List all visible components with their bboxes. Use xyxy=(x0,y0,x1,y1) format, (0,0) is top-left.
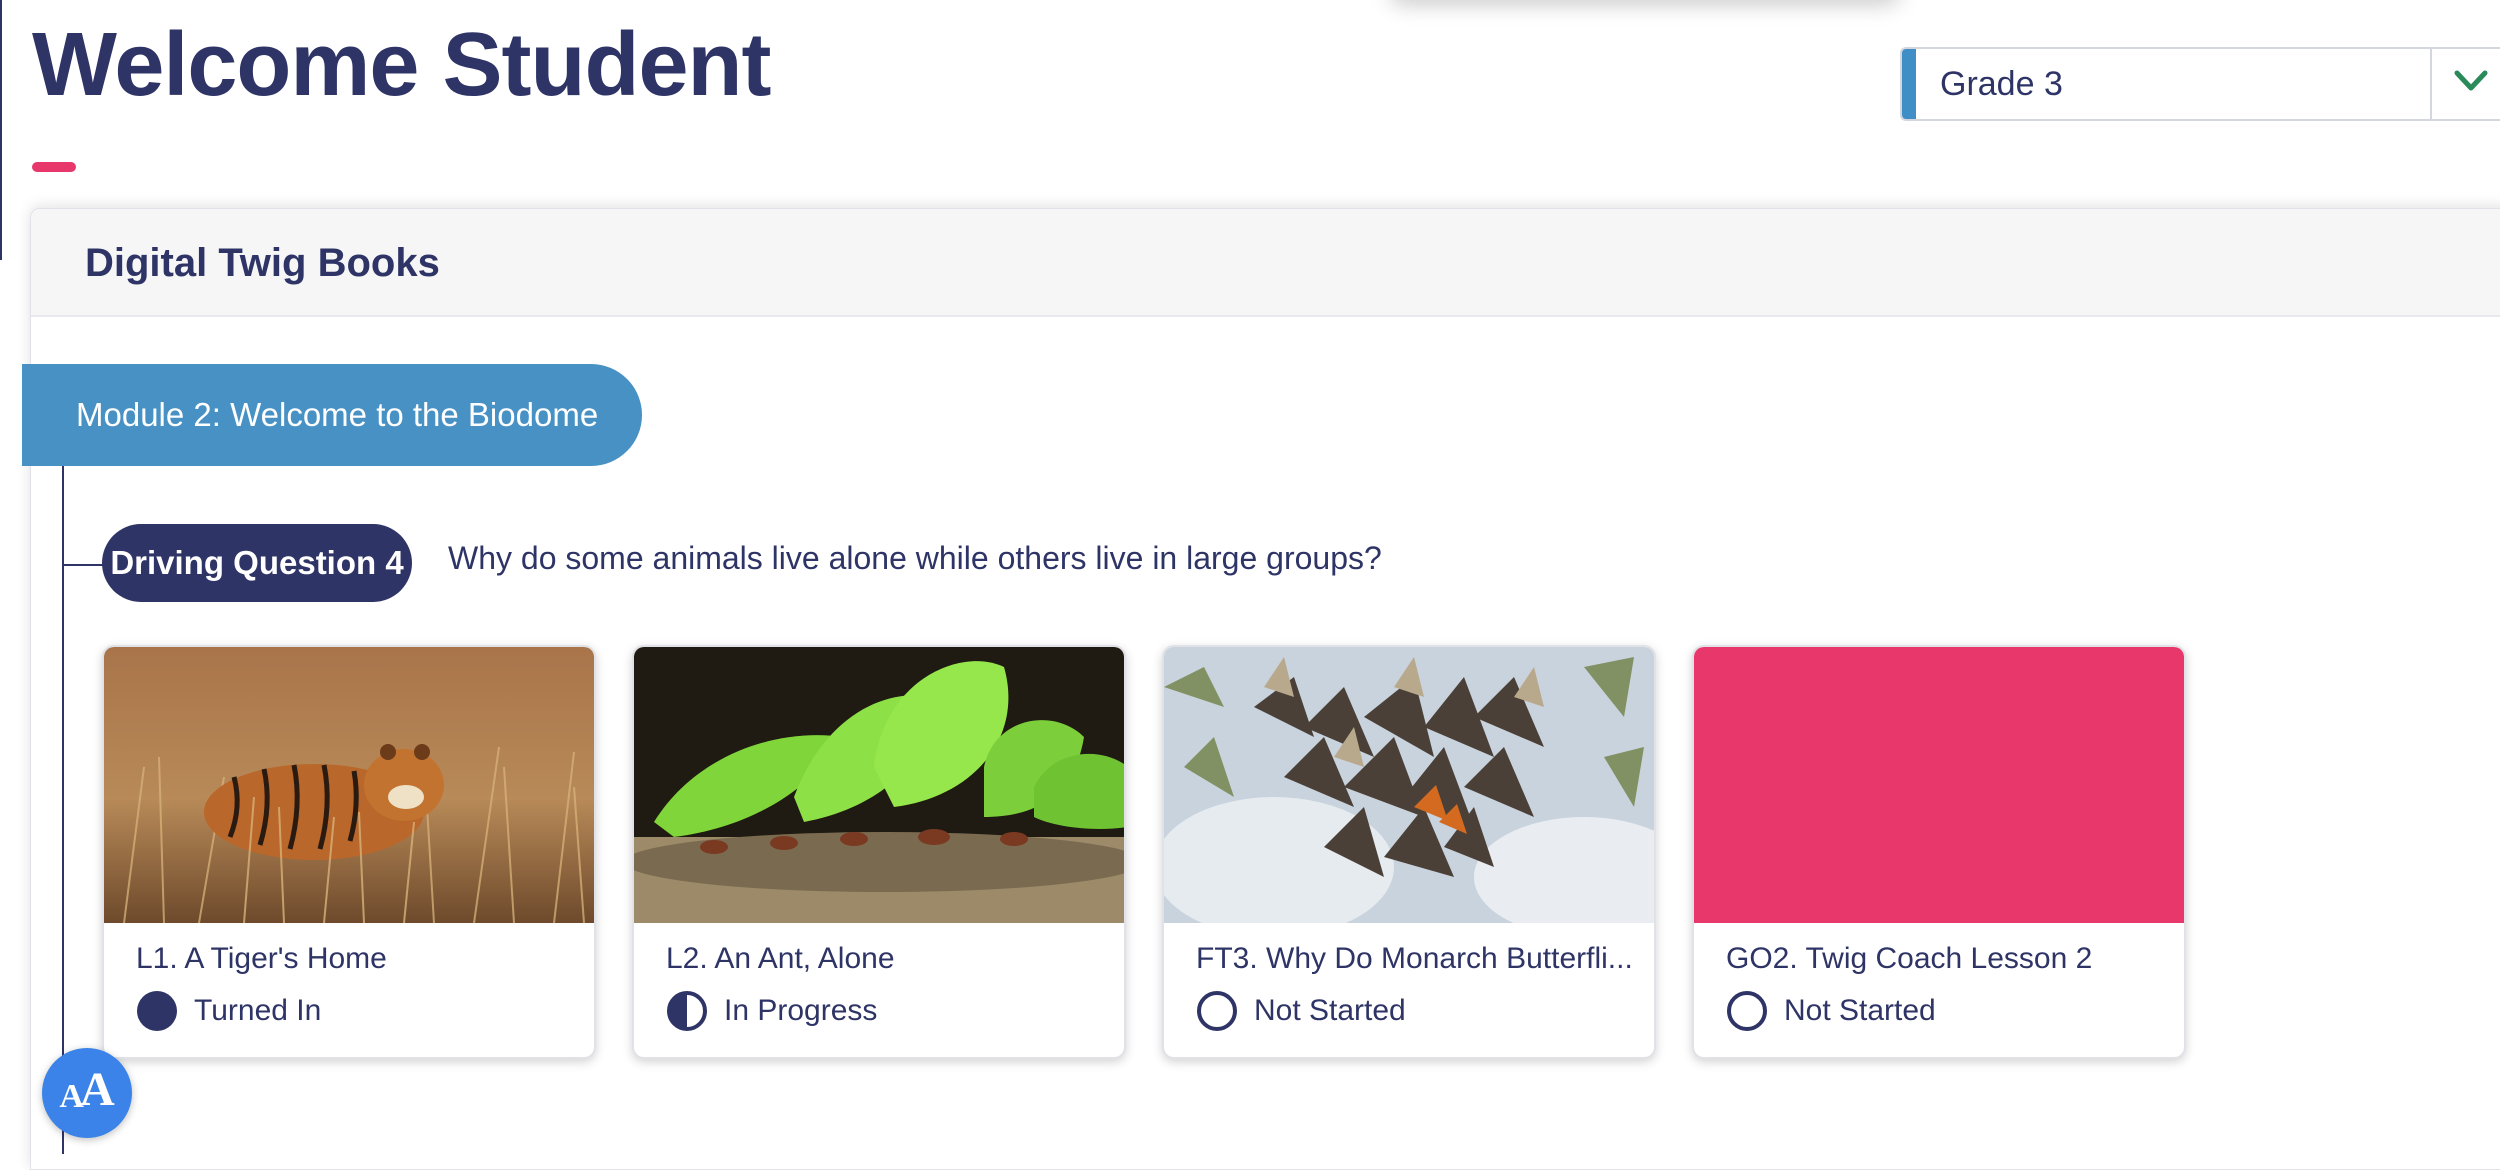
lesson-title: FT3. Why Do Monarch Butterfli... xyxy=(1196,942,1633,975)
grade-selector-divider xyxy=(2430,49,2432,119)
monarch-butterflies-thumbnail xyxy=(1164,647,1654,923)
text-size-large-letter: A xyxy=(79,1063,115,1116)
lesson-status-label: Not Started xyxy=(1784,994,1936,1027)
driving-question-text: Why do some animals live alone while oth… xyxy=(448,540,1382,576)
lesson-status: Not Started xyxy=(1726,989,1936,1033)
panel-header: Digital Twig Books xyxy=(31,209,2500,317)
module-banner[interactable]: Module 2: Welcome to the Biodome xyxy=(22,364,642,466)
lesson-card[interactable]: FT3. Why Do Monarch Butterfli... Not Sta… xyxy=(1162,645,1656,1059)
grade-selector-accent xyxy=(1902,49,1916,119)
lesson-status: Turned In xyxy=(136,989,321,1033)
panel-title: Digital Twig Books xyxy=(85,241,440,285)
empty-circle-icon xyxy=(1727,991,1767,1031)
filled-circle-icon xyxy=(137,991,177,1031)
leafcutter-ants-thumbnail xyxy=(634,647,1124,923)
lesson-status: Not Started xyxy=(1196,989,1406,1033)
driving-question-badge: Driving Question 4 xyxy=(102,524,412,602)
lesson-card[interactable]: GO2. Twig Coach Lesson 2 Not Started xyxy=(1692,645,2186,1059)
lesson-status: In Progress xyxy=(666,989,877,1033)
lesson-status-label: Turned In xyxy=(194,994,322,1027)
chevron-down-icon[interactable] xyxy=(2454,69,2488,98)
pink-placeholder-thumbnail xyxy=(1694,647,2184,923)
lesson-title: L1. A Tiger's Home xyxy=(136,942,387,975)
left-edge-line xyxy=(0,0,2,260)
lesson-title: GO2. Twig Coach Lesson 2 xyxy=(1726,942,2093,975)
grade-selector-value: Grade 3 xyxy=(1940,65,2063,103)
lesson-title: L2. An Ant, Alone xyxy=(666,942,895,975)
grade-selector[interactable]: Grade 3 xyxy=(1900,47,2500,121)
empty-circle-icon xyxy=(1197,991,1237,1031)
timeline-branch-line xyxy=(62,564,104,566)
lesson-card[interactable]: L2. An Ant, Alone In Progress xyxy=(632,645,1126,1059)
title-underline xyxy=(32,162,76,172)
lesson-status-label: Not Started xyxy=(1254,994,1406,1027)
timeline-vertical-line xyxy=(62,466,64,1154)
lesson-card[interactable]: L1. A Tiger's Home Turned In xyxy=(102,645,596,1059)
tiger-thumbnail xyxy=(104,647,594,923)
page-title: Welcome Student xyxy=(32,15,771,115)
text-size-button[interactable]: AA xyxy=(42,1048,132,1138)
lesson-status-label: In Progress xyxy=(724,994,878,1027)
half-circle-icon xyxy=(667,991,707,1031)
